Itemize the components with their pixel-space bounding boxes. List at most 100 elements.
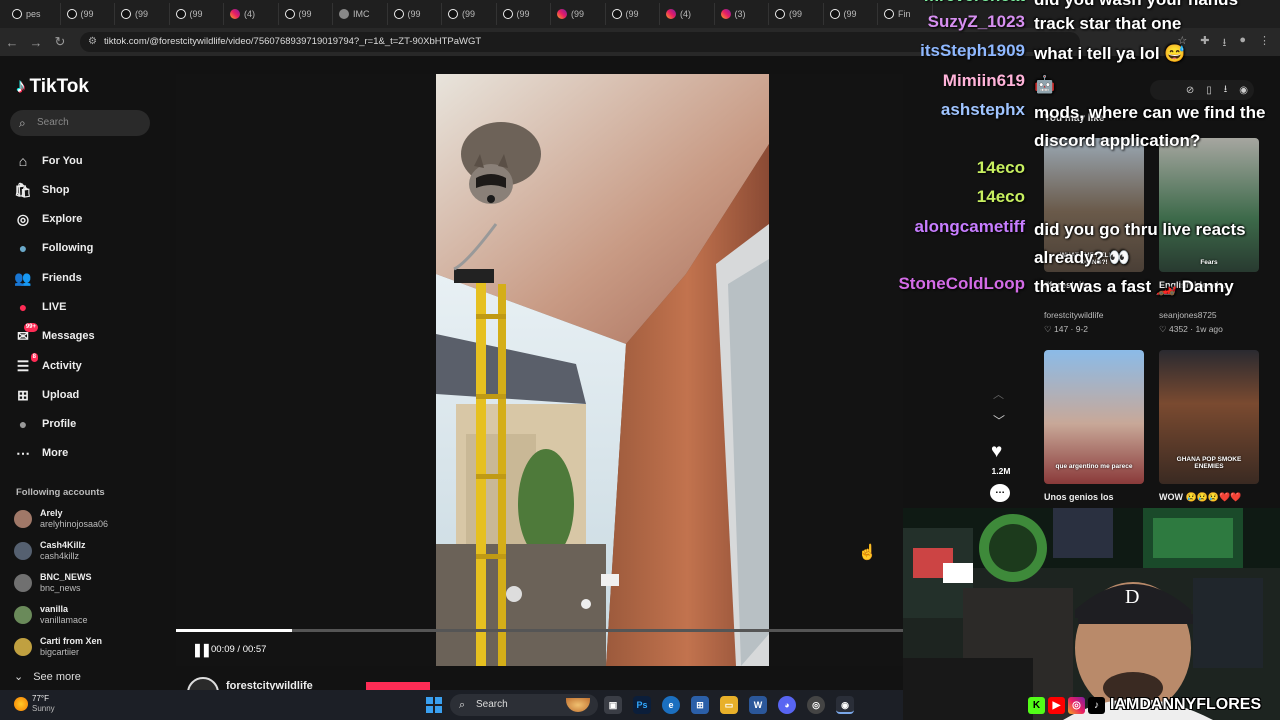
weather-widget[interactable]: 77°F Sunny: [14, 694, 55, 714]
browser-tab[interactable]: (99: [115, 3, 170, 25]
browser-tab[interactable]: (99: [279, 3, 333, 25]
back-icon[interactable]: ←: [0, 35, 24, 50]
word-icon[interactable]: W: [749, 696, 767, 714]
browser-tab[interactable]: (99: [61, 3, 115, 25]
nav-item-label: Messages: [42, 330, 95, 342]
recommended-video-caption[interactable]: Unos genios los: [1044, 492, 1154, 502]
account-name: Cash4Killz: [40, 540, 86, 550]
nav-item-friends[interactable]: 👥 Friends: [14, 267, 82, 289]
logo-text: TikTok: [29, 76, 89, 97]
browser-tab[interactable]: pes: [6, 3, 61, 25]
browser-tab[interactable]: (99: [388, 3, 442, 25]
tiktok-logo[interactable]: ♪ TikTok: [16, 76, 89, 98]
instagram-icon: ◎: [1068, 696, 1085, 714]
browser-tab[interactable]: IMC: [333, 3, 388, 25]
browser-tab-label: IMC: [353, 9, 370, 19]
notification-badge: 99+: [23, 323, 38, 332]
task-view-icon[interactable]: ▣: [604, 696, 622, 714]
forward-icon[interactable]: →: [24, 35, 48, 50]
recommended-video-caption[interactable]: WOW 😢😢😢❤️❤️: [1159, 492, 1269, 503]
browser-tab-label: (99: [571, 9, 585, 19]
recommended-video-date: 1w ago: [1195, 324, 1223, 334]
social-handles-overlay: K ▶ ◎ ♪ IAMDANNYFLORES: [1028, 694, 1261, 716]
weather-temp: 77°F: [32, 694, 49, 703]
time-display: 00:09 / 00:57: [211, 644, 267, 655]
tiktok-note-icon: ♪: [16, 76, 26, 97]
browser-tab[interactable]: (99: [497, 3, 551, 25]
search-input[interactable]: ⌕ Search: [10, 110, 150, 136]
nav-item-label: More: [42, 447, 69, 459]
following-account[interactable]: Carti from Xen bigcartiier: [14, 636, 102, 658]
recommended-video-meta: ♡ 4352 · 1w ago: [1159, 324, 1223, 335]
recommended-video-date: 9-2: [1075, 324, 1089, 334]
taskbar-search[interactable]: ⌕ Search: [450, 694, 598, 716]
browser-tab[interactable]: (99: [170, 3, 224, 25]
author-name[interactable]: forestcitywildlife: [226, 680, 313, 690]
following-account[interactable]: Arely arelyhinojosaa06: [14, 508, 108, 530]
comment-icon[interactable]: …: [990, 484, 1010, 502]
browser-tab-label: pes: [26, 9, 41, 19]
messages-icon: ✉ 99+: [17, 323, 38, 344]
search-highlight-icon: [566, 698, 590, 712]
file-explorer-icon[interactable]: ▭: [720, 696, 738, 714]
nav-item-live[interactable]: ● LIVE: [14, 296, 67, 318]
browser-tab[interactable]: (4): [660, 3, 715, 25]
browser-tab[interactable]: (4): [224, 3, 279, 25]
see-more-button[interactable]: ⌄ See more: [14, 670, 81, 684]
edge-icon[interactable]: e: [662, 696, 680, 714]
browser-tab-label: (4): [244, 9, 255, 19]
nav-item-activity[interactable]: ☰ 8 Activity: [14, 353, 82, 377]
following-account[interactable]: vanilla vanillamace: [14, 604, 88, 626]
streamer-webcam: D: [903, 508, 1280, 720]
browser-tab-label: (99: [516, 9, 530, 19]
store-icon[interactable]: ⊞: [691, 696, 709, 714]
live-icon: ●: [18, 299, 28, 315]
browser-tab[interactable]: (99: [551, 3, 606, 25]
browser-tab[interactable]: (3): [715, 3, 769, 25]
windows-start-icon[interactable]: [426, 697, 442, 713]
account-handle: bigcartiier: [40, 647, 80, 657]
chevron-down-icon[interactable]: ﹀: [993, 412, 1005, 429]
reload-icon[interactable]: ↻: [48, 34, 72, 50]
chat-username: StoneColdLoop: [898, 274, 1025, 293]
site-info-icon[interactable]: ⚙: [88, 32, 97, 52]
tiktok-icon: [12, 9, 22, 19]
following-account[interactable]: Cash4Killz cash4killz: [14, 540, 86, 562]
recommended-video-author[interactable]: forestcitywildlife: [1044, 310, 1154, 320]
photoshop-icon[interactable]: Ps: [633, 696, 651, 714]
recommended-video-thumbnail[interactable]: GHANA POP SMOKE ENEMIES: [1159, 350, 1259, 484]
browser-tab[interactable]: (99: [606, 3, 660, 25]
pause-icon[interactable]: ❚❚: [192, 642, 212, 658]
browser-tab[interactable]: (99: [442, 3, 497, 25]
nav-item-explore[interactable]: ◎ Explore: [14, 208, 82, 230]
video-frame[interactable]: [436, 74, 769, 666]
search-placeholder: Search: [37, 117, 69, 128]
account-handle: vanillamace: [40, 615, 88, 625]
chat-username: Mimiin619: [942, 71, 1025, 90]
chevron-up-icon[interactable]: ︿: [993, 386, 1004, 402]
chrome-icon[interactable]: ◉: [836, 696, 854, 714]
discord-icon[interactable]: ◕: [778, 696, 796, 714]
nav-item-more[interactable]: ⋯ More: [14, 442, 68, 464]
chat-message: did you go thru live reacts already? 👀: [1034, 220, 1246, 267]
heart-icon[interactable]: ♥: [991, 441, 1002, 463]
recommended-video-thumbnail[interactable]: que argentino me parece: [1044, 350, 1144, 484]
nav-item-upload[interactable]: ⊞ Upload: [14, 384, 79, 406]
following-account[interactable]: BNC_NEWS bnc_news: [14, 572, 92, 594]
nav-item-label: Explore: [42, 213, 83, 225]
nav-item-for-you[interactable]: ⌂ For You: [14, 150, 83, 172]
nav-item-profile[interactable]: ● Profile: [14, 413, 76, 435]
nav-item-messages[interactable]: ✉ 99+ Messages: [14, 323, 95, 347]
follow-button[interactable]: [366, 682, 430, 690]
recommended-video-author[interactable]: seanjones8725: [1159, 310, 1269, 320]
globe-icon: [339, 9, 349, 19]
video-progress-bar[interactable]: [176, 629, 903, 632]
url-text: tiktok.com/@forestcitywildlife/video/756…: [104, 36, 482, 47]
nav-item-shop[interactable]: 🛍 Shop: [14, 179, 69, 201]
nav-item-following[interactable]: ● Following: [14, 237, 94, 259]
avatar: [14, 638, 32, 656]
nav-item-label: Friends: [42, 272, 82, 284]
obs-icon[interactable]: ◎: [807, 696, 825, 714]
tiktok-icon: [284, 9, 295, 19]
hand-cursor-icon: ☝: [858, 544, 877, 561]
